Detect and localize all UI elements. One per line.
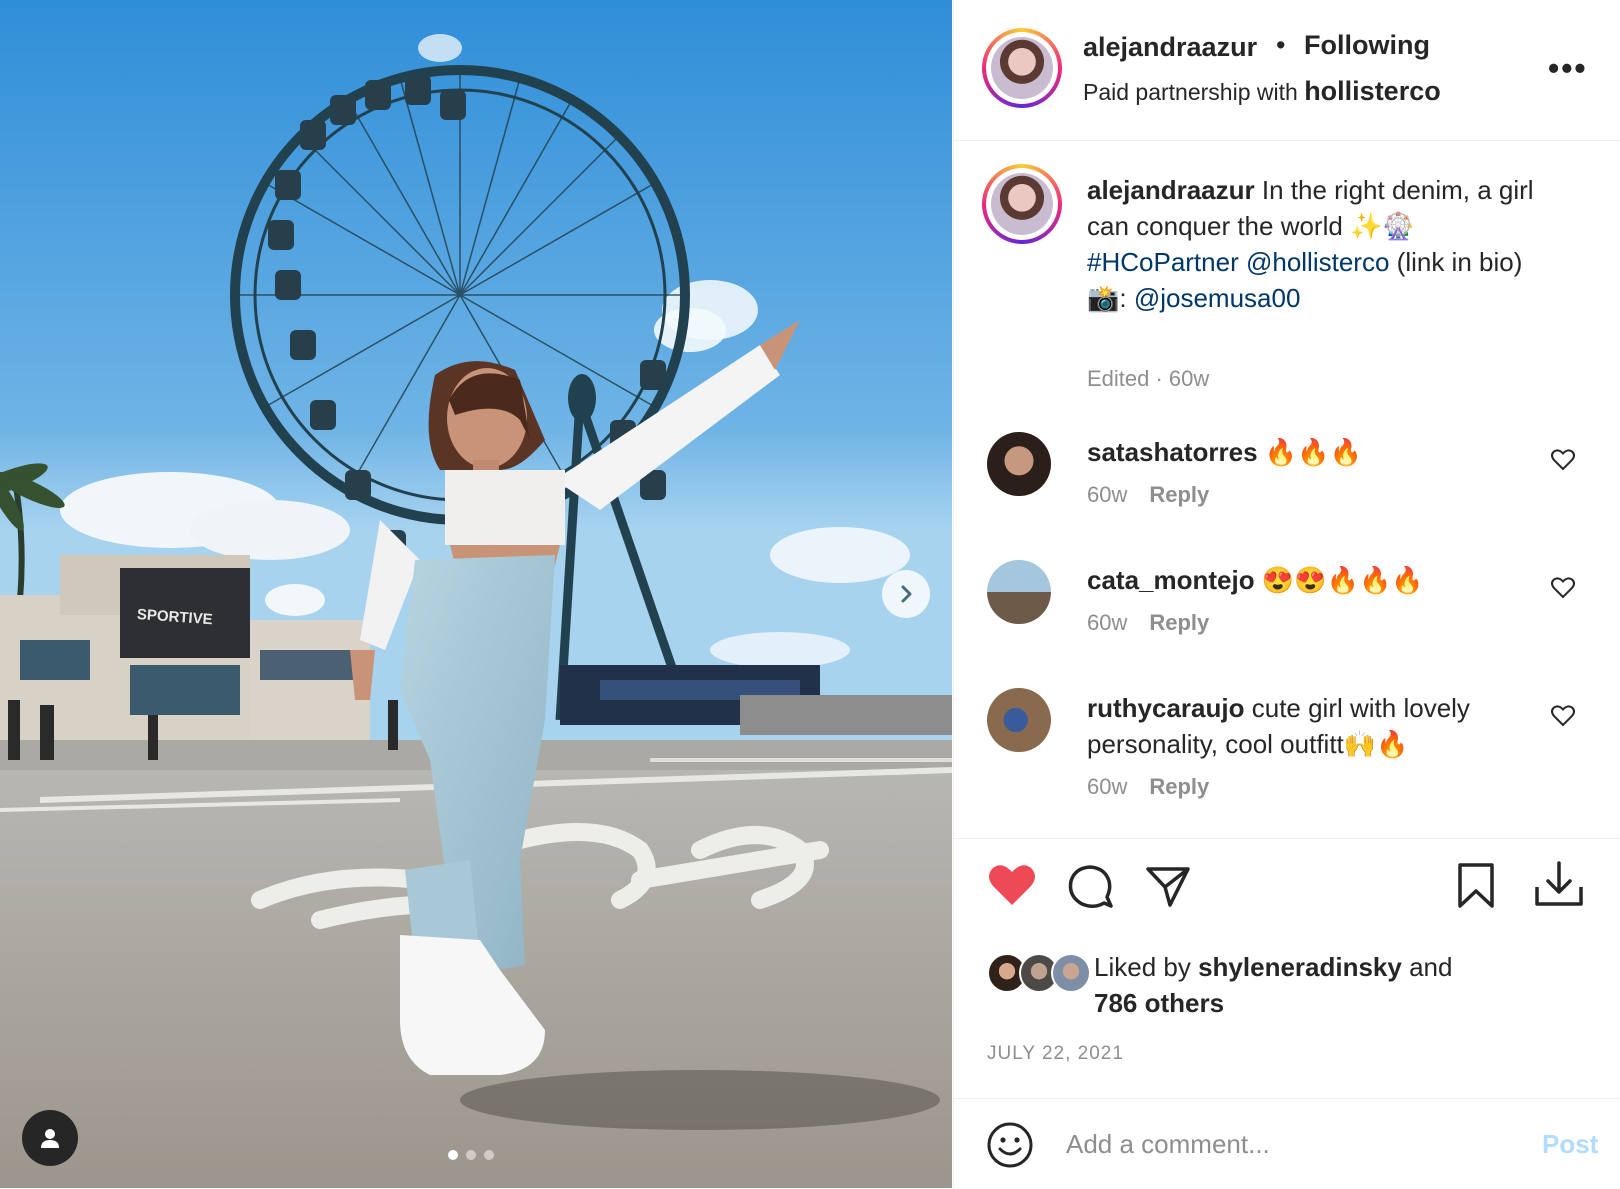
post-actions: Liked by shyleneradinsky and 786 others …	[954, 838, 1620, 1099]
commenter-avatar[interactable]	[987, 688, 1051, 752]
emoji-smiley-icon[interactable]	[986, 1121, 1034, 1169]
share-send-icon[interactable]	[1144, 863, 1192, 911]
liked-by-user-link[interactable]: shyleneradinsky	[1198, 952, 1402, 982]
comment-time: 60w	[1087, 482, 1128, 507]
caption-meta: Edited · 60w	[1087, 366, 1210, 391]
liked-by-and: and	[1409, 952, 1453, 982]
post-header: alejandraazur • Following Paid partnersh…	[954, 0, 1620, 141]
reply-button[interactable]: Reply	[1149, 482, 1209, 507]
caption-username[interactable]: alejandraazur	[1087, 175, 1255, 205]
carousel-indicators	[448, 1150, 494, 1160]
partnership-prefix: Paid partnership with	[1083, 79, 1298, 105]
mention-link[interactable]: @hollisterco	[1246, 247, 1389, 277]
partner-link[interactable]: hollisterco	[1304, 76, 1441, 106]
commenter-avatar[interactable]	[987, 560, 1051, 624]
comment-username[interactable]: cata_montejo	[1087, 565, 1255, 595]
user-tag-icon	[41, 1129, 59, 1148]
chevron-right-icon	[901, 585, 912, 603]
comment-body: 🔥🔥🔥	[1264, 437, 1362, 467]
commenter-avatar[interactable]	[987, 432, 1051, 496]
caption-suffix: (link in bio)	[1396, 247, 1523, 277]
liked-by-avatars[interactable]	[987, 953, 1097, 993]
heart-filled-icon[interactable]	[986, 863, 1038, 909]
caption-author-avatar[interactable]	[982, 164, 1062, 244]
comment-username[interactable]: ruthycaraujo	[1087, 693, 1245, 723]
photographer-mention-link[interactable]: @josemusa00	[1134, 283, 1301, 313]
likes-count-link[interactable]: 786 others	[1094, 988, 1224, 1018]
author-avatar[interactable]	[982, 28, 1062, 108]
reply-button[interactable]: Reply	[1149, 774, 1209, 799]
download-icon[interactable]	[1532, 857, 1586, 911]
paid-partnership-label: Paid partnership with hollisterco	[1083, 76, 1441, 107]
author-username[interactable]: alejandraazur	[1083, 32, 1257, 63]
post-date: JULY 22, 2021	[987, 1043, 1124, 1064]
reply-button[interactable]: Reply	[1149, 610, 1209, 635]
comment-item: satashatorres 🔥🔥🔥 60w Reply	[954, 432, 1620, 552]
comment-text: ruthycaraujo cute girl with lovely perso…	[1087, 690, 1527, 762]
liker-avatar	[1051, 953, 1091, 993]
post-details-panel: alejandraazur • Following Paid partnersh…	[953, 0, 1620, 1188]
comment-meta: 60w Reply	[1087, 774, 1209, 800]
liked-by-prefix: Liked by	[1094, 952, 1191, 982]
post-image: SPORTIVE	[0, 0, 952, 1188]
hashtag-link[interactable]: #HCoPartner	[1087, 247, 1239, 277]
tagged-users-button[interactable]	[22, 1110, 78, 1166]
post-photo[interactable]: SPORTIVE	[0, 0, 952, 1188]
likes-summary: Liked by shyleneradinsky and 786 others	[1094, 949, 1452, 1021]
comment-body: 😍😍🔥🔥🔥	[1261, 565, 1424, 595]
comment-item: ruthycaraujo cute girl with lovely perso…	[954, 688, 1620, 836]
more-options-icon[interactable]: •••	[1548, 50, 1588, 87]
header-separator: •	[1276, 30, 1286, 60]
heart-outline-icon[interactable]	[1550, 704, 1576, 728]
camera-emoji: 📸:	[1087, 283, 1127, 313]
comment-meta: 60w Reply	[1087, 482, 1209, 508]
carousel-next-button[interactable]	[882, 570, 930, 618]
heart-outline-icon[interactable]	[1550, 576, 1576, 600]
comment-text: satashatorres 🔥🔥🔥	[1087, 434, 1527, 470]
bookmark-icon[interactable]	[1454, 861, 1498, 911]
comment-icon[interactable]	[1066, 863, 1114, 911]
heart-outline-icon[interactable]	[1550, 448, 1576, 472]
add-comment-bar: Post	[954, 1098, 1620, 1189]
comment-time: 60w	[1087, 774, 1128, 799]
comment-time: 60w	[1087, 610, 1128, 635]
comment-text: cata_montejo 😍😍🔥🔥🔥	[1087, 562, 1527, 598]
comment-username[interactable]: satashatorres	[1087, 437, 1258, 467]
carousel-dot	[484, 1150, 494, 1160]
post-comment-button[interactable]: Post	[1542, 1129, 1598, 1160]
comment-meta: 60w Reply	[1087, 610, 1209, 636]
following-button[interactable]: Following	[1304, 30, 1430, 61]
comment-input[interactable]	[1064, 1121, 1498, 1167]
carousel-dot-active	[448, 1150, 458, 1160]
post-caption: alejandraazur In the right denim, a girl…	[1087, 172, 1557, 316]
comment-item: cata_montejo 😍😍🔥🔥🔥 60w Reply	[954, 560, 1620, 680]
carousel-dot	[466, 1150, 476, 1160]
